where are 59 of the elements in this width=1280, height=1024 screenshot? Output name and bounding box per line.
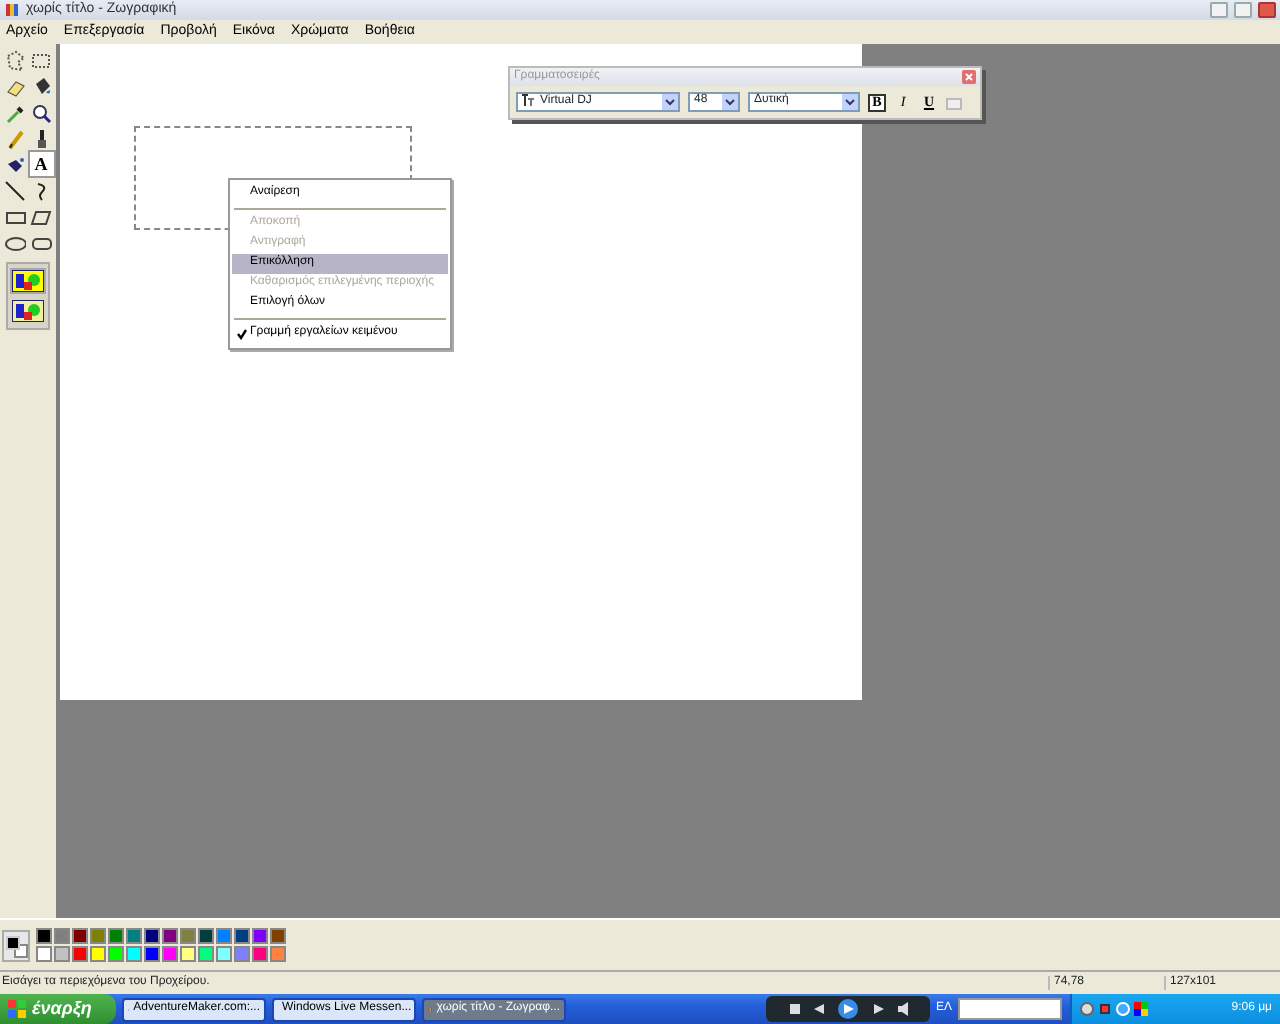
color-selector[interactable] xyxy=(2,929,30,961)
airbrush-tool-button[interactable] xyxy=(3,152,27,176)
color-swatch[interactable] xyxy=(90,928,106,944)
color-swatch[interactable] xyxy=(126,928,142,944)
color-swatch[interactable] xyxy=(72,946,88,962)
color-swatch[interactable] xyxy=(252,928,268,944)
vertical-text-icon[interactable] xyxy=(946,95,962,109)
color-swatch[interactable] xyxy=(270,946,286,962)
color-swatch[interactable] xyxy=(216,928,232,944)
opaque-background-option[interactable] xyxy=(10,268,46,294)
checkmark-icon xyxy=(236,328,248,340)
line-icon xyxy=(4,179,26,201)
color-swatch[interactable] xyxy=(126,946,142,962)
color-swatch[interactable] xyxy=(162,928,178,944)
windows-logo-icon xyxy=(8,1000,26,1018)
color-swatch[interactable] xyxy=(162,946,178,962)
media-player-toolbar[interactable] xyxy=(766,996,930,1022)
color-swatch[interactable] xyxy=(90,946,106,962)
color-swatch[interactable] xyxy=(54,928,70,944)
color-swatch[interactable] xyxy=(108,946,124,962)
spray-can-icon xyxy=(4,153,26,175)
color-swatch[interactable] xyxy=(72,928,88,944)
text-tool-button[interactable]: A xyxy=(29,152,53,176)
paint-bucket-icon xyxy=(30,75,52,97)
color-swatch[interactable] xyxy=(144,928,160,944)
tray-icon[interactable] xyxy=(1134,1002,1149,1016)
free-select-icon xyxy=(4,49,26,71)
truetype-icon xyxy=(522,94,536,107)
color-swatch[interactable] xyxy=(270,928,286,944)
magnifier-icon xyxy=(30,101,52,123)
select-tool-button[interactable] xyxy=(29,48,53,72)
color-swatch[interactable] xyxy=(108,928,124,944)
color-swatch[interactable] xyxy=(234,928,250,944)
polygon-icon xyxy=(30,205,52,227)
color-swatch[interactable] xyxy=(252,946,268,962)
line-tool-button[interactable] xyxy=(3,178,27,202)
maximize-button[interactable] xyxy=(1234,2,1252,18)
shapes-icon xyxy=(12,270,44,292)
close-button[interactable] xyxy=(1258,2,1276,18)
color-swatch[interactable] xyxy=(180,928,196,944)
magnifier-tool-button[interactable] xyxy=(29,100,53,124)
color-swatch[interactable] xyxy=(54,946,70,962)
shapes-icon xyxy=(12,300,44,322)
select-icon xyxy=(30,49,52,71)
minimize-button[interactable] xyxy=(1210,2,1228,18)
color-swatch[interactable] xyxy=(180,946,196,962)
color-swatch[interactable] xyxy=(216,946,232,962)
search-field[interactable] xyxy=(958,998,1063,1020)
transparent-background-option[interactable] xyxy=(10,298,46,324)
color-swatch[interactable] xyxy=(198,928,214,944)
free-select-tool-button[interactable] xyxy=(3,48,27,72)
color-swatch[interactable] xyxy=(198,946,214,962)
color-swatch[interactable] xyxy=(36,928,52,944)
color-swatch[interactable] xyxy=(234,946,250,962)
pencil-icon xyxy=(4,127,26,149)
eyedropper-icon xyxy=(4,101,26,123)
color-swatch[interactable] xyxy=(144,946,160,962)
color-swatch[interactable] xyxy=(36,946,52,962)
close-icon[interactable] xyxy=(962,70,976,84)
